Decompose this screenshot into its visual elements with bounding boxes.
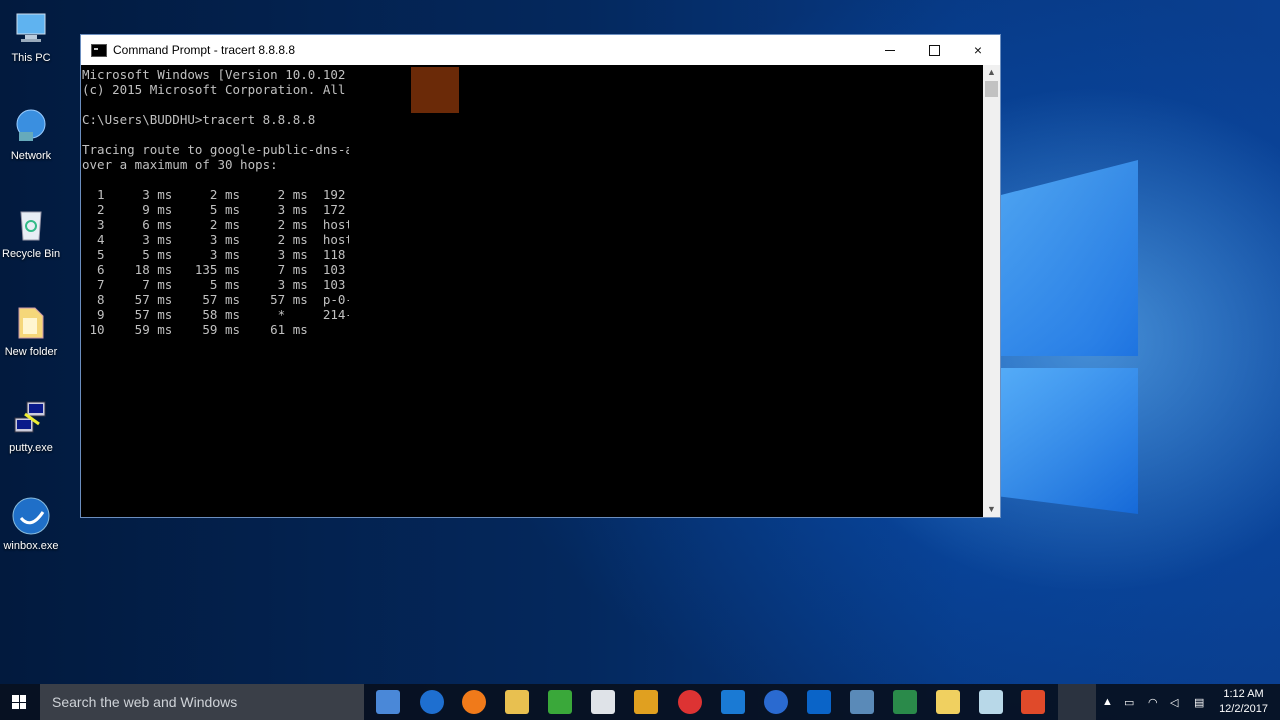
notification-icon[interactable]: ▤ bbox=[1194, 684, 1204, 720]
taskbar: Search the web and Windows ▲ ▭ ◠ ◁ ▤ 1:1… bbox=[0, 684, 1280, 720]
console-line: 10 59 ms 59 ms 61 ms bbox=[82, 322, 308, 337]
cmd-icon bbox=[91, 43, 107, 57]
start-button[interactable] bbox=[0, 684, 38, 720]
desktop-icon-this-pc[interactable]: This PC bbox=[2, 8, 60, 64]
minimize-icon bbox=[885, 49, 895, 51]
vertical-scrollbar[interactable]: ▲ ▼ bbox=[983, 65, 1000, 517]
desktop-icon-label: putty.exe bbox=[9, 442, 53, 454]
firefox-icon[interactable] bbox=[462, 690, 486, 714]
console-line: 4 3 ms 3 ms 2 ms host bbox=[82, 232, 349, 247]
file-explorer-icon[interactable] bbox=[505, 690, 529, 714]
minimize-button[interactable] bbox=[868, 35, 912, 65]
cmd-icon[interactable] bbox=[1058, 684, 1096, 720]
desktop-icon-label: This PC bbox=[11, 52, 51, 64]
store-icon[interactable] bbox=[591, 690, 615, 714]
app-c-icon[interactable] bbox=[1021, 690, 1045, 714]
camtasia-icon[interactable] bbox=[548, 690, 572, 714]
desktop-icon-network[interactable]: Network bbox=[2, 106, 60, 162]
console-output[interactable]: Microsoft Windows [Version 10.0.102 (c) 2… bbox=[81, 65, 984, 517]
console-line: 7 7 ms 5 ms 3 ms 103 bbox=[82, 277, 346, 292]
console-line: over a maximum of 30 hops: bbox=[82, 157, 278, 172]
console-line bbox=[81, 97, 349, 112]
console-line: 9 57 ms 58 ms * 214- bbox=[82, 307, 349, 322]
network-icon bbox=[16, 109, 46, 141]
console-line: C:\Users\BUDDHU>tracert 8.8.8.8 bbox=[82, 112, 316, 127]
outlook-icon[interactable] bbox=[807, 690, 831, 714]
fbs-icon[interactable] bbox=[893, 690, 917, 714]
clock-date: 12/2/2017 bbox=[1219, 703, 1268, 715]
console-line: 1 3 ms 2 ms 2 ms 192 bbox=[82, 187, 346, 202]
teamviewer-icon[interactable] bbox=[721, 690, 745, 714]
console-line: 5 5 ms 3 ms 3 ms 118 bbox=[82, 247, 346, 262]
winbox-icon bbox=[12, 497, 50, 535]
task-view-icon[interactable] bbox=[376, 690, 400, 714]
wallpaper-logo-pane-top bbox=[1000, 160, 1138, 356]
close-button[interactable]: × bbox=[956, 35, 1000, 65]
battery-icon[interactable]: ▭ bbox=[1124, 684, 1134, 720]
recycle-bin-icon bbox=[20, 211, 42, 241]
window-title: Command Prompt - tracert 8.8.8.8 bbox=[113, 43, 296, 57]
desktop-icon-label: Recycle Bin bbox=[2, 248, 61, 260]
search-box[interactable]: Search the web and Windows bbox=[40, 684, 364, 720]
notepad-icon[interactable] bbox=[979, 690, 1003, 714]
ie-icon[interactable] bbox=[764, 690, 788, 714]
console-line: 6 18 ms 135 ms 7 ms 103 bbox=[82, 262, 346, 277]
wallpaper-logo-pane-bottom bbox=[1000, 368, 1138, 514]
console-line: Tracing route to google-public-dns-a bbox=[82, 142, 349, 157]
folder-icon[interactable] bbox=[936, 690, 960, 714]
windows-logo-icon bbox=[12, 695, 26, 709]
maximize-icon bbox=[928, 44, 940, 56]
desktop-icon-label: winbox.exe bbox=[3, 540, 59, 552]
system-clock[interactable]: 1:12 AM 12/2/2017 bbox=[1219, 687, 1268, 717]
scroll-down-icon[interactable]: ▼ bbox=[983, 502, 1000, 517]
app-icon[interactable] bbox=[634, 690, 658, 714]
volume-icon[interactable]: ◁ bbox=[1170, 684, 1178, 720]
wifi-icon[interactable]: ◠ bbox=[1148, 684, 1158, 720]
console-line: (c) 2015 Microsoft Corporation. All bbox=[82, 82, 346, 97]
close-icon: × bbox=[973, 42, 983, 58]
desktop-icon-label: Network bbox=[10, 150, 52, 162]
tray-chevron-icon[interactable]: ▲ bbox=[1102, 684, 1113, 720]
command-prompt-window[interactable]: Command Prompt - tracert 8.8.8.8 × Micro… bbox=[80, 34, 1001, 518]
edge-icon[interactable] bbox=[420, 690, 444, 714]
putty-icon bbox=[14, 401, 46, 433]
console-line: 2 9 ms 5 ms 3 ms 172 bbox=[82, 202, 346, 217]
folder-icon bbox=[18, 307, 44, 339]
maximize-button[interactable] bbox=[912, 35, 956, 65]
overlay-box bbox=[411, 67, 459, 113]
clock-time: 1:12 AM bbox=[1223, 688, 1264, 700]
desktop-icon-new-folder[interactable]: New folder bbox=[2, 302, 60, 358]
network-app-icon[interactable] bbox=[850, 690, 874, 714]
console-line: 3 6 ms 2 ms 2 ms host bbox=[82, 217, 349, 232]
scroll-thumb[interactable] bbox=[985, 81, 998, 97]
scroll-up-icon[interactable]: ▲ bbox=[983, 65, 1000, 80]
desktop-icon-recycle-bin[interactable]: Recycle Bin bbox=[2, 204, 60, 260]
console-lines: Microsoft Windows [Version 10.0.102 (c) 2… bbox=[81, 67, 349, 337]
console-line: 8 57 ms 57 ms 57 ms p-0- bbox=[82, 292, 349, 307]
console-line bbox=[81, 172, 349, 187]
console-line: Microsoft Windows [Version 10.0.102 bbox=[82, 67, 346, 82]
console-line bbox=[81, 127, 349, 142]
desktop-icon-winbox[interactable]: winbox.exe bbox=[2, 496, 60, 552]
this-pc-icon bbox=[16, 13, 46, 42]
desktop-icon-putty[interactable]: putty.exe bbox=[2, 398, 60, 454]
desktop-icon-label: New folder bbox=[4, 346, 58, 358]
window-titlebar[interactable]: Command Prompt - tracert 8.8.8.8 × bbox=[81, 35, 1000, 65]
chrome-icon[interactable] bbox=[678, 690, 702, 714]
